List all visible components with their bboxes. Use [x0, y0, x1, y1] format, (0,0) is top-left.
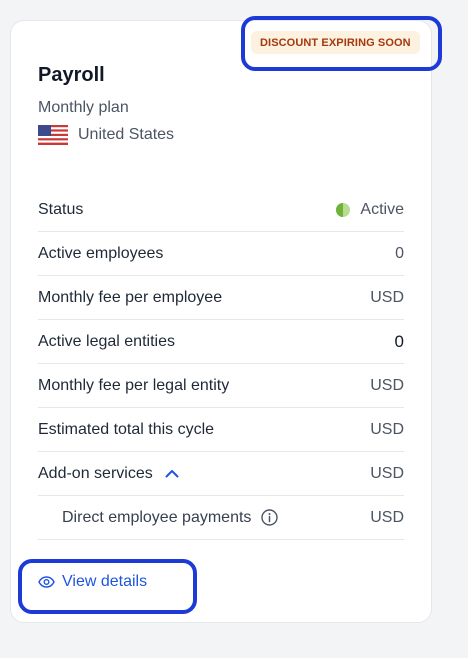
- add-on-services-toggle[interactable]: Add-on services: [38, 465, 179, 483]
- view-details-highlight-outline: [18, 559, 197, 614]
- status-value: Active: [336, 201, 404, 219]
- us-flag-icon: [38, 125, 68, 145]
- status-label: Status: [38, 200, 84, 218]
- country-row: United States: [38, 125, 174, 145]
- fee-per-legal-entity-label: Monthly fee per legal entity: [38, 376, 230, 394]
- estimated-total-label: Estimated total this cycle: [38, 420, 215, 438]
- direct-employee-payments-row: Direct employee payments USD: [38, 496, 404, 540]
- estimated-total-row: Estimated total this cycle USD: [38, 408, 404, 452]
- estimated-total-value: USD: [370, 420, 404, 438]
- direct-employee-payments-label-wrap: Direct employee payments: [38, 508, 279, 527]
- country-label: United States: [78, 126, 175, 143]
- fee-per-employee-label: Monthly fee per employee: [38, 288, 223, 306]
- direct-employee-payments-value: USD: [370, 508, 404, 526]
- status-dot-icon: [336, 202, 351, 217]
- active-employees-row: Active employees 0: [38, 232, 404, 276]
- active-employees-label: Active employees: [38, 244, 164, 262]
- fee-per-employee-row: Monthly fee per employee USD: [38, 276, 404, 320]
- active-legal-entities-label: Active legal entities: [38, 332, 175, 350]
- badge-highlight-outline: [241, 16, 442, 71]
- active-legal-entities-value: 0: [394, 331, 404, 351]
- active-legal-entities-row: Active legal entities 0: [38, 320, 404, 364]
- fee-per-employee-value: USD: [370, 288, 404, 306]
- add-on-services-label: Add-on services: [38, 464, 153, 482]
- chevron-up-icon[interactable]: [165, 469, 179, 478]
- status-row: Status Active: [38, 188, 404, 232]
- plan-label: Monthly plan: [38, 99, 129, 116]
- fee-per-legal-entity-row: Monthly fee per legal entity USD: [38, 364, 404, 408]
- add-on-services-value: USD: [370, 464, 404, 482]
- card-title: Payroll: [38, 64, 105, 86]
- fee-per-legal-entity-value: USD: [370, 376, 404, 394]
- direct-employee-payments-label: Direct employee payments: [62, 508, 252, 526]
- add-on-services-row[interactable]: Add-on services USD: [38, 452, 404, 496]
- active-employees-value: 0: [395, 244, 404, 262]
- status-text: Active: [360, 200, 404, 218]
- plan-details-list: Status Active Active employees 0 Monthly…: [38, 188, 404, 540]
- info-icon[interactable]: [261, 509, 279, 526]
